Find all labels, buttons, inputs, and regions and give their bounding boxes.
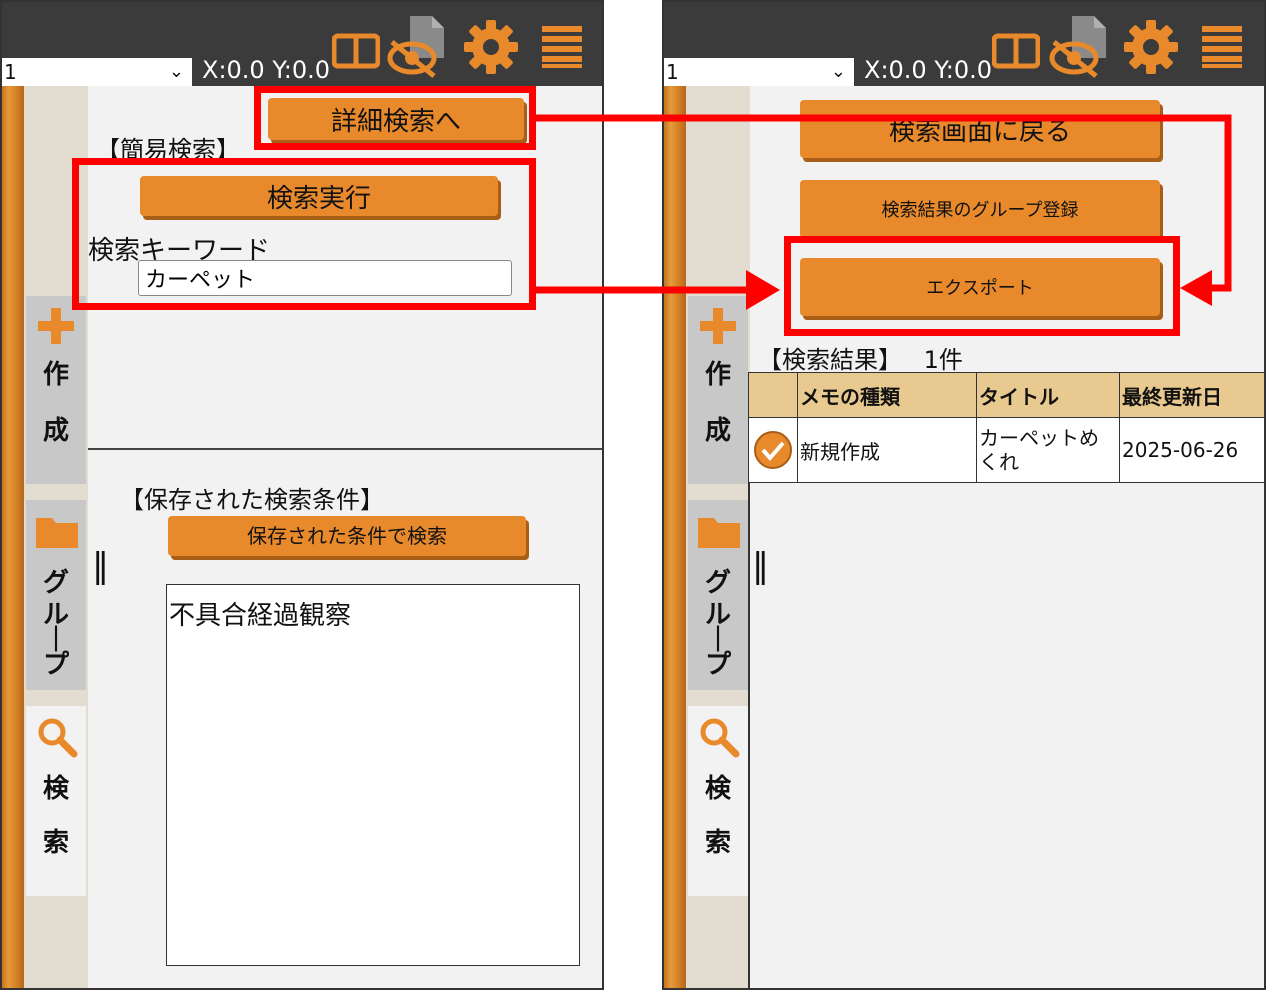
arrow-connectors [536,114,1232,310]
